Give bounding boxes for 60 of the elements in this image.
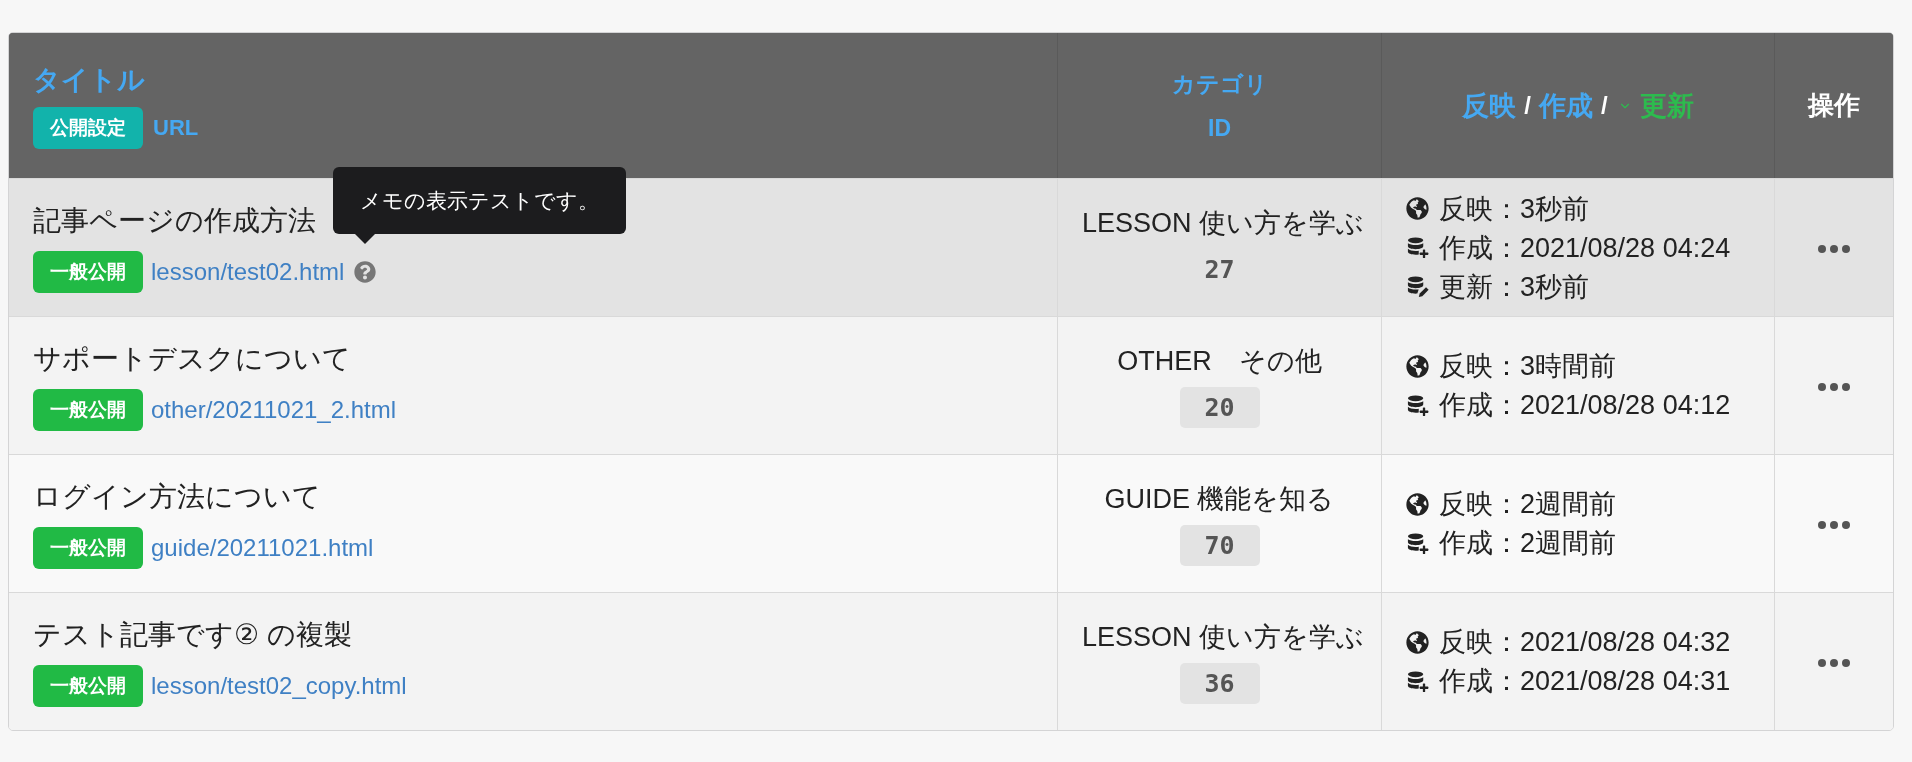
date-text: 反映：3時間前: [1439, 350, 1617, 383]
date-text: 作成：2021/08/28 04:31: [1439, 665, 1731, 698]
date-text: 作成：2週間前: [1439, 527, 1617, 560]
more-button[interactable]: [1818, 244, 1850, 253]
database-plus-icon: [1406, 669, 1429, 693]
visibility-badge: 一般公開: [33, 388, 143, 431]
globe-icon: [1406, 197, 1429, 220]
id-tag: 27: [1179, 249, 1260, 290]
visibility-badge: 一般公開: [33, 250, 143, 293]
sort-link[interactable]: ID: [1208, 105, 1231, 150]
category-label: OTHER その他: [1117, 345, 1322, 378]
sort-button[interactable]: 公開設定: [33, 107, 143, 149]
ellipsis-icon: [1818, 658, 1850, 667]
date-text: 作成：2021/08/28 04:12: [1439, 389, 1731, 422]
date-text: 反映：2021/08/28 04:32: [1439, 626, 1731, 659]
ellipsis-icon: [1818, 382, 1850, 391]
tooltip-pointer-icon: [355, 233, 376, 244]
sort-link[interactable]: タイトル: [33, 62, 145, 98]
page-path-link[interactable]: guide/20211021.html: [151, 533, 374, 562]
id-tag: 70: [1179, 525, 1260, 566]
sort-link[interactable]: 更新: [1615, 87, 1694, 124]
sort-separator: /: [1524, 91, 1531, 120]
ellipsis-icon: [1818, 520, 1850, 529]
page-path-link[interactable]: lesson/test02.html: [151, 257, 345, 286]
column-heading: 操作: [1808, 90, 1860, 120]
article-title: ログイン方法について: [33, 479, 321, 514]
question-icon: [354, 260, 377, 283]
sort-link[interactable]: 反映: [1462, 87, 1517, 124]
globe-icon: [1406, 492, 1429, 516]
database-plus-icon: [1406, 236, 1429, 259]
database-plus-icon: [1406, 393, 1429, 417]
visibility-badge: 一般公開: [33, 526, 143, 569]
more-button[interactable]: [1818, 382, 1850, 391]
id-tag: 20: [1179, 387, 1260, 428]
date-text: 反映：2週間前: [1439, 488, 1617, 521]
id-tag: 36: [1179, 663, 1260, 704]
article-title: 記事ページの作成方法: [33, 203, 316, 238]
category-label: LESSON 使い方を学ぶ: [1082, 207, 1365, 240]
category-label: GUIDE 機能を知る: [1104, 483, 1335, 516]
sort-link[interactable]: URL: [153, 115, 199, 141]
database-plus-icon: [1406, 531, 1429, 555]
page-path-link[interactable]: other/20211021_2.html: [151, 395, 397, 424]
globe-icon: [1406, 354, 1429, 378]
article-title: サポートデスクについて: [33, 341, 351, 376]
sort-link[interactable]: 作成: [1539, 87, 1593, 124]
tooltip: メモの表示テストです。: [333, 166, 627, 234]
ellipsis-icon: [1818, 244, 1850, 253]
page-path-link[interactable]: lesson/test02_copy.html: [151, 671, 407, 700]
date-text: 作成：2021/08/28 04:24: [1439, 231, 1731, 265]
article-title: テスト記事です② の複製: [33, 617, 352, 652]
more-button[interactable]: [1818, 520, 1850, 529]
globe-icon: [1406, 630, 1429, 654]
sort-separator: /: [1601, 91, 1608, 120]
visibility-badge: 一般公開: [33, 664, 143, 707]
date-text: 更新：3秒前: [1439, 270, 1590, 304]
category-label: LESSON 使い方を学ぶ: [1082, 621, 1365, 654]
more-button[interactable]: [1818, 658, 1850, 667]
database-pen-icon: [1406, 275, 1429, 298]
date-text: 反映：3秒前: [1439, 192, 1590, 226]
sort-link[interactable]: カテゴリ: [1171, 61, 1268, 106]
